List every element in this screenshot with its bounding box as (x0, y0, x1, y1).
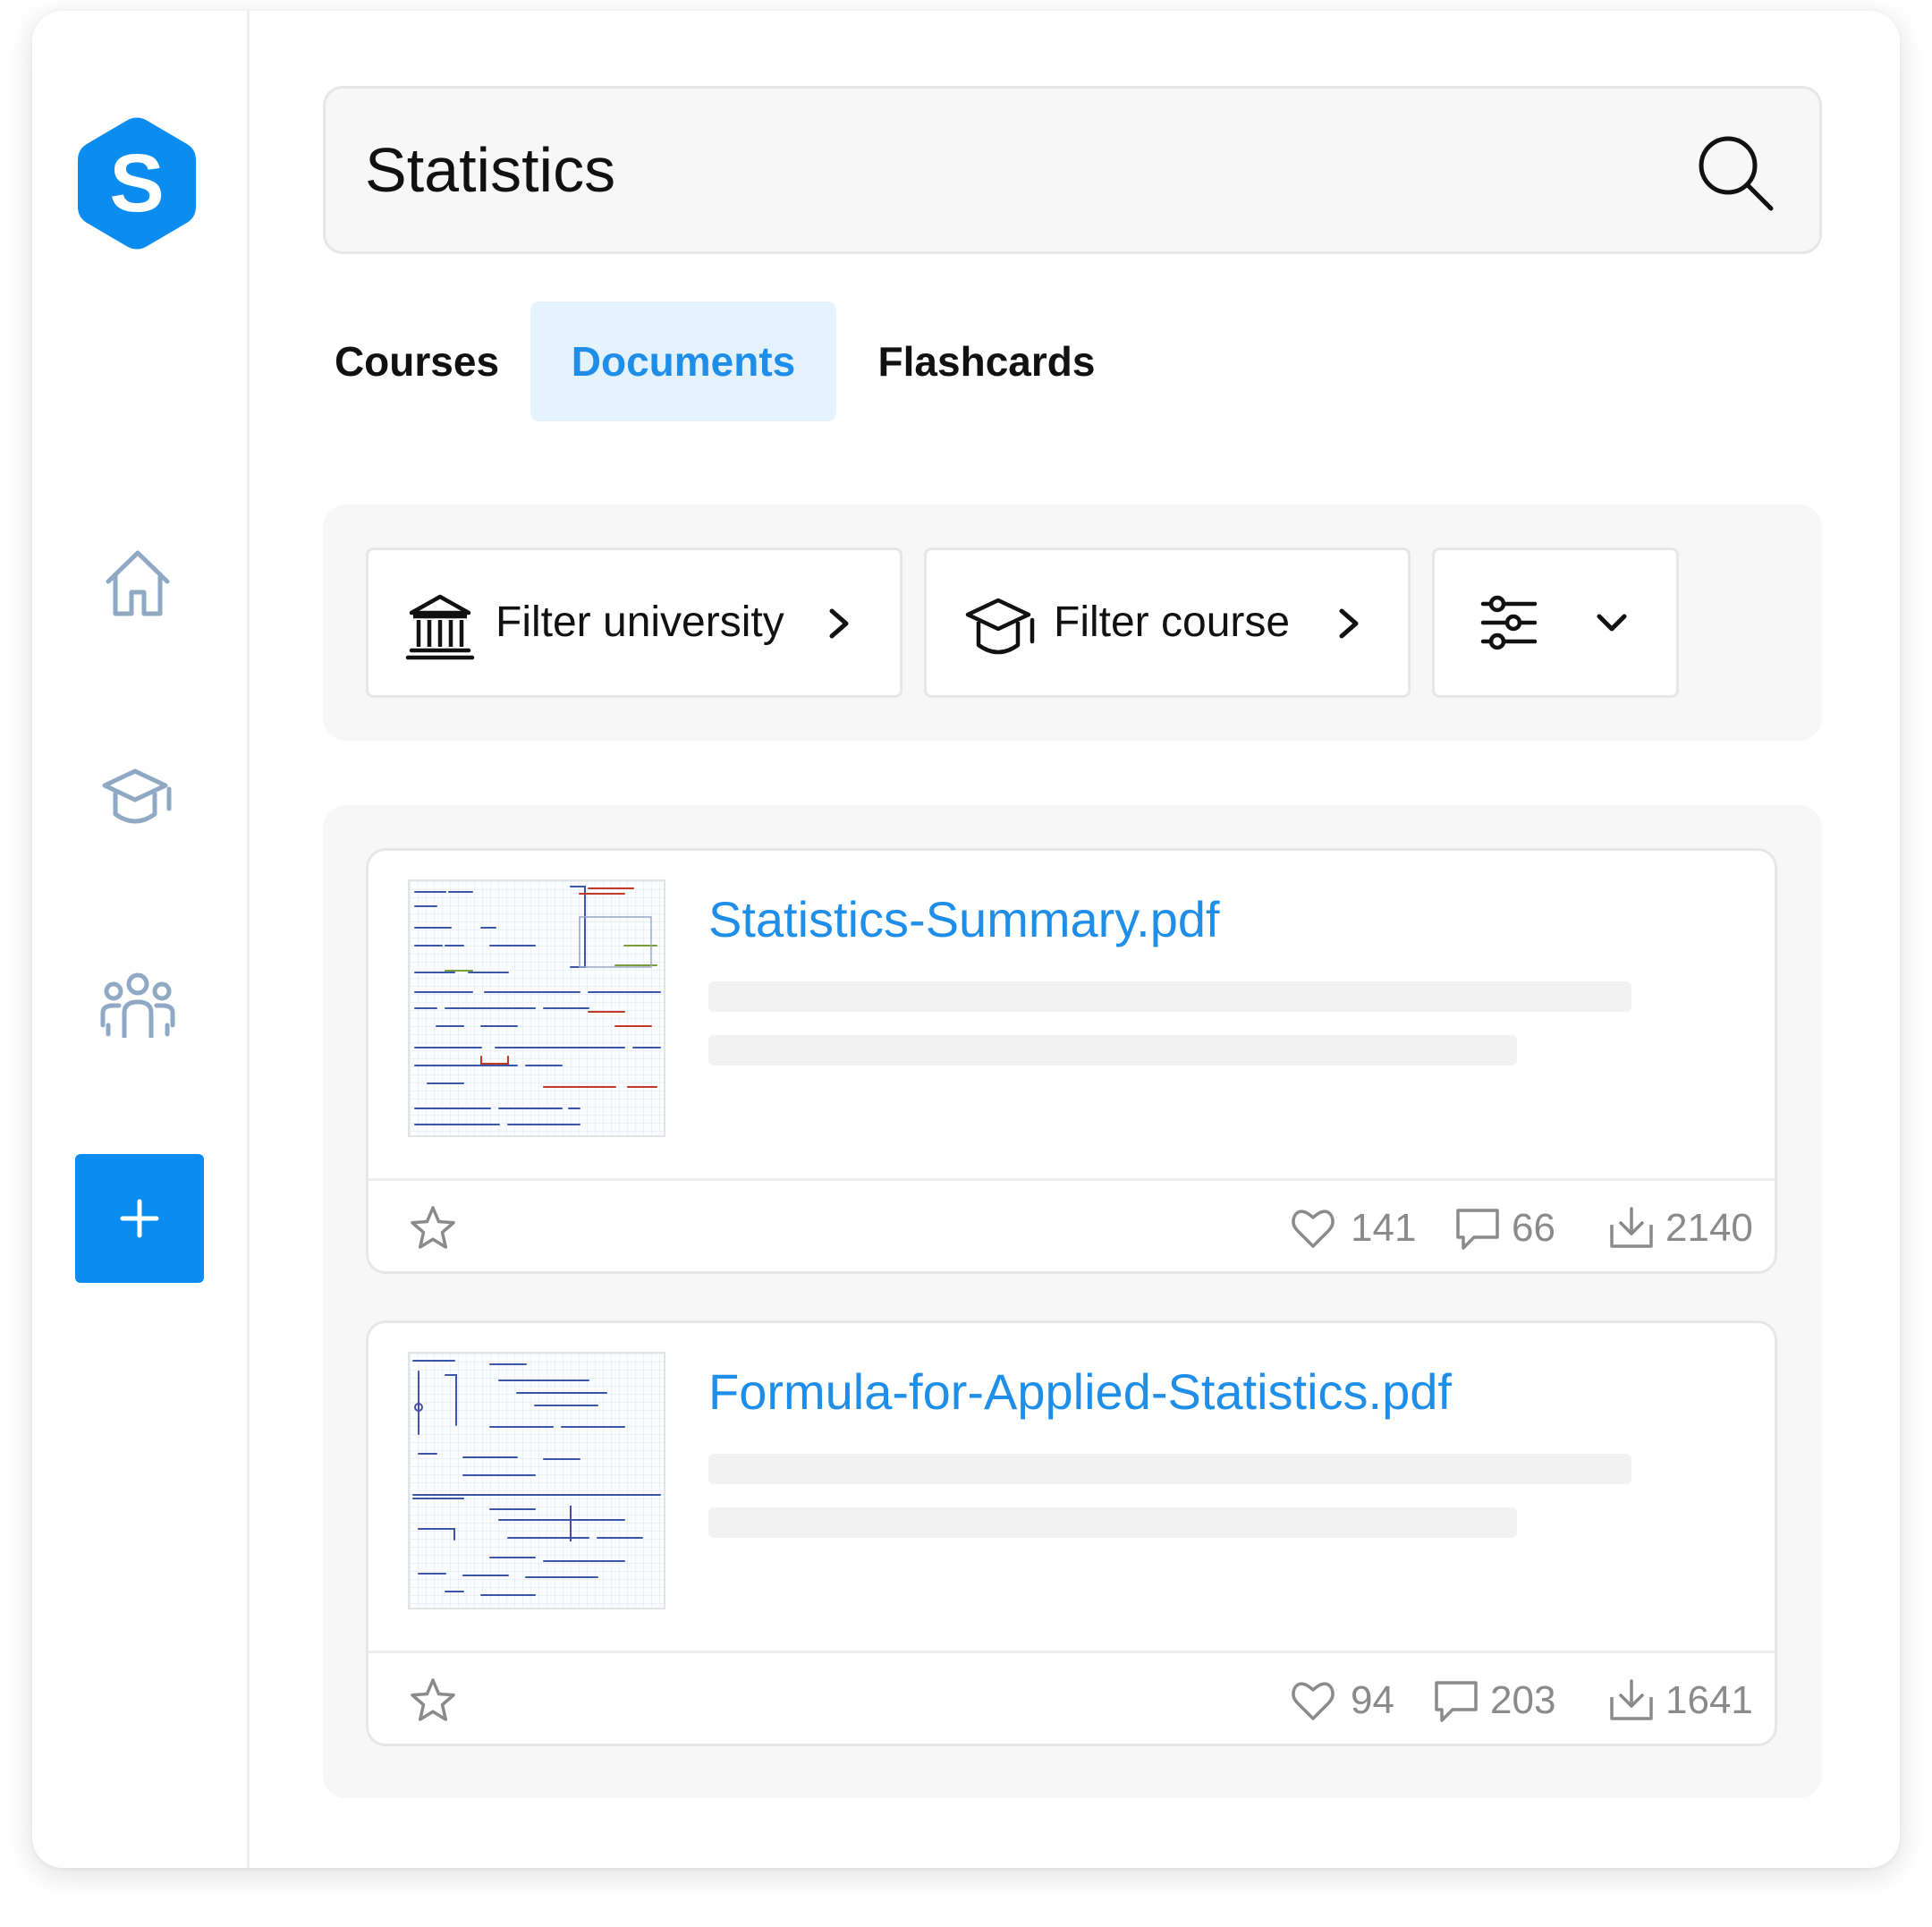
graduation-cap-icon[interactable] (97, 757, 178, 837)
likes-count: 94 (1351, 1678, 1394, 1722)
comment-icon[interactable] (1433, 1677, 1479, 1724)
filter-university-button[interactable]: Filter university (366, 548, 902, 698)
downloads-count: 2140 (1665, 1206, 1753, 1250)
filter-options-button[interactable] (1432, 548, 1679, 698)
handwritten-notes-preview (410, 1354, 664, 1608)
results-panel: Statistics-Summary.pdf 141 66 2140 Formu… (323, 805, 1822, 1798)
search-input[interactable]: Statistics (365, 89, 615, 251)
heart-icon[interactable] (1290, 1677, 1336, 1724)
tab-documents[interactable]: Documents (530, 301, 836, 421)
chevron-right-icon (829, 608, 849, 639)
filter-university-label: Filter university (496, 598, 784, 646)
handwritten-notes-preview (410, 881, 664, 1135)
sliders-icon (1480, 595, 1538, 650)
filter-panel: Filter university Filter course (323, 505, 1822, 741)
plus-icon (120, 1199, 159, 1238)
description-placeholder-line (708, 1454, 1631, 1484)
document-thumbnail[interactable] (408, 879, 665, 1137)
people-group-icon[interactable] (97, 966, 178, 1047)
document-title-link[interactable]: Formula-for-Applied-Statistics.pdf (708, 1362, 1452, 1421)
sidebar: S (32, 11, 250, 1868)
description-placeholder-line (708, 1507, 1517, 1538)
university-building-icon (405, 594, 475, 660)
filter-course-label: Filter course (1054, 598, 1291, 646)
description-placeholder-line (708, 981, 1631, 1012)
comment-icon[interactable] (1454, 1205, 1501, 1252)
document-card[interactable]: Statistics-Summary.pdf 141 66 2140 (366, 848, 1777, 1274)
home-icon[interactable] (97, 542, 178, 623)
search-icon[interactable] (1696, 133, 1775, 212)
document-thumbnail[interactable] (408, 1352, 665, 1609)
heart-icon[interactable] (1290, 1205, 1336, 1252)
chevron-right-icon (1339, 608, 1359, 639)
tab-courses[interactable]: Courses (323, 301, 511, 421)
logo-letter: S (109, 137, 165, 229)
comments-count: 66 (1512, 1206, 1555, 1250)
download-icon[interactable] (1608, 1205, 1655, 1252)
description-placeholder-line (708, 1035, 1517, 1065)
likes-count: 141 (1351, 1206, 1417, 1250)
card-divider (369, 1651, 1775, 1653)
chevron-down-icon (1597, 614, 1627, 632)
comments-count: 203 (1490, 1678, 1556, 1722)
download-icon[interactable] (1608, 1677, 1655, 1724)
app-window: S Statistics Courses Documents Flashcard… (32, 11, 1900, 1868)
search-bar[interactable]: Statistics (323, 86, 1822, 254)
downloads-count: 1641 (1665, 1678, 1753, 1722)
graduation-cap-icon (965, 598, 1035, 655)
filter-course-button[interactable]: Filter course (924, 548, 1411, 698)
card-divider (369, 1178, 1775, 1181)
logo[interactable]: S (76, 116, 198, 250)
star-icon[interactable] (408, 1676, 458, 1726)
add-button[interactable] (75, 1154, 204, 1283)
document-card[interactable]: Formula-for-Applied-Statistics.pdf 94 20… (366, 1320, 1777, 1746)
document-title-link[interactable]: Statistics-Summary.pdf (708, 890, 1220, 948)
star-icon[interactable] (408, 1203, 458, 1253)
tab-flashcards[interactable]: Flashcards (852, 301, 1121, 421)
